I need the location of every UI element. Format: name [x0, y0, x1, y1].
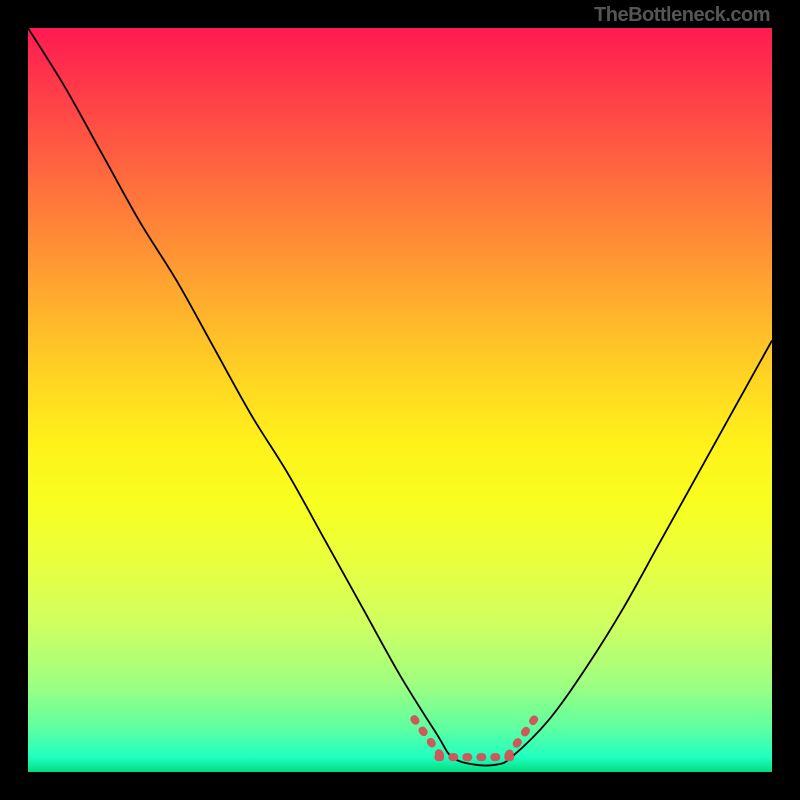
tolerance-marker-right	[508, 719, 534, 755]
tolerance-marker-left	[414, 719, 440, 755]
chart-container: TheBottleneck.com	[0, 0, 800, 800]
chart-svg	[28, 28, 772, 772]
attribution-label: TheBottleneck.com	[594, 4, 770, 27]
plot-area	[28, 28, 772, 772]
bottleneck-curve	[28, 28, 772, 765]
